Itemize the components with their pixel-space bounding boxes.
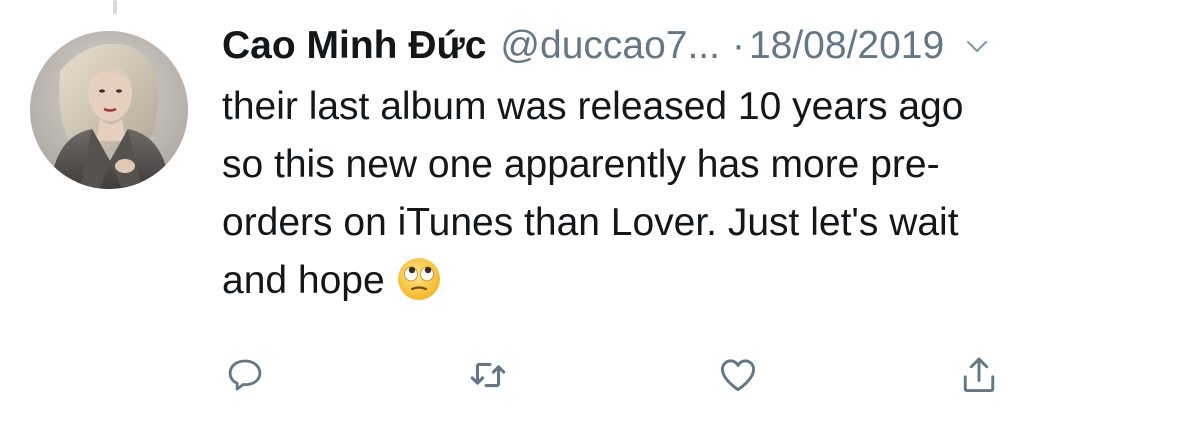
thread-connector-line	[113, 0, 117, 14]
tweet-text: their last album was released 10 years a…	[222, 78, 1162, 310]
header-separator: ·	[731, 24, 745, 67]
heart-icon	[720, 359, 756, 392]
tweet-text-line: orders on iTunes than Lover. Just let's …	[222, 201, 959, 244]
avatar[interactable]	[30, 31, 188, 189]
rolling-eyes-emoji-icon	[395, 255, 443, 303]
tweet-content: Cao Minh Đức @duccao7... · 18/08/2019 th…	[222, 18, 1182, 310]
tweet-text-line: so this new one apparently has more pre-	[222, 143, 940, 186]
retweet-icon	[470, 362, 506, 388]
author-name[interactable]: Cao Minh Đức	[222, 18, 486, 74]
tweet-actions-bar	[0, 352, 1200, 402]
chevron-down-icon[interactable]	[964, 33, 990, 59]
tweet-text-line-last: and hope	[222, 252, 1162, 310]
tweet-date[interactable]: 18/08/2019	[749, 18, 944, 74]
tweet-card[interactable]: Cao Minh Đức @duccao7... · 18/08/2019 th…	[0, 0, 1200, 424]
reply-button[interactable]	[222, 352, 268, 398]
author-handle[interactable]: @duccao7...	[500, 18, 720, 74]
avatar-photo	[30, 31, 188, 189]
tweet-text-line: their last album was released 10 years a…	[222, 85, 964, 128]
retweet-button[interactable]	[465, 352, 511, 398]
tweet-header: Cao Minh Đức @duccao7... · 18/08/2019	[222, 18, 1182, 74]
share-button[interactable]	[956, 352, 1002, 398]
tweet-text-line: and hope	[222, 259, 385, 302]
share-icon	[963, 357, 995, 393]
reply-icon	[228, 359, 262, 391]
like-button[interactable]	[715, 352, 761, 398]
